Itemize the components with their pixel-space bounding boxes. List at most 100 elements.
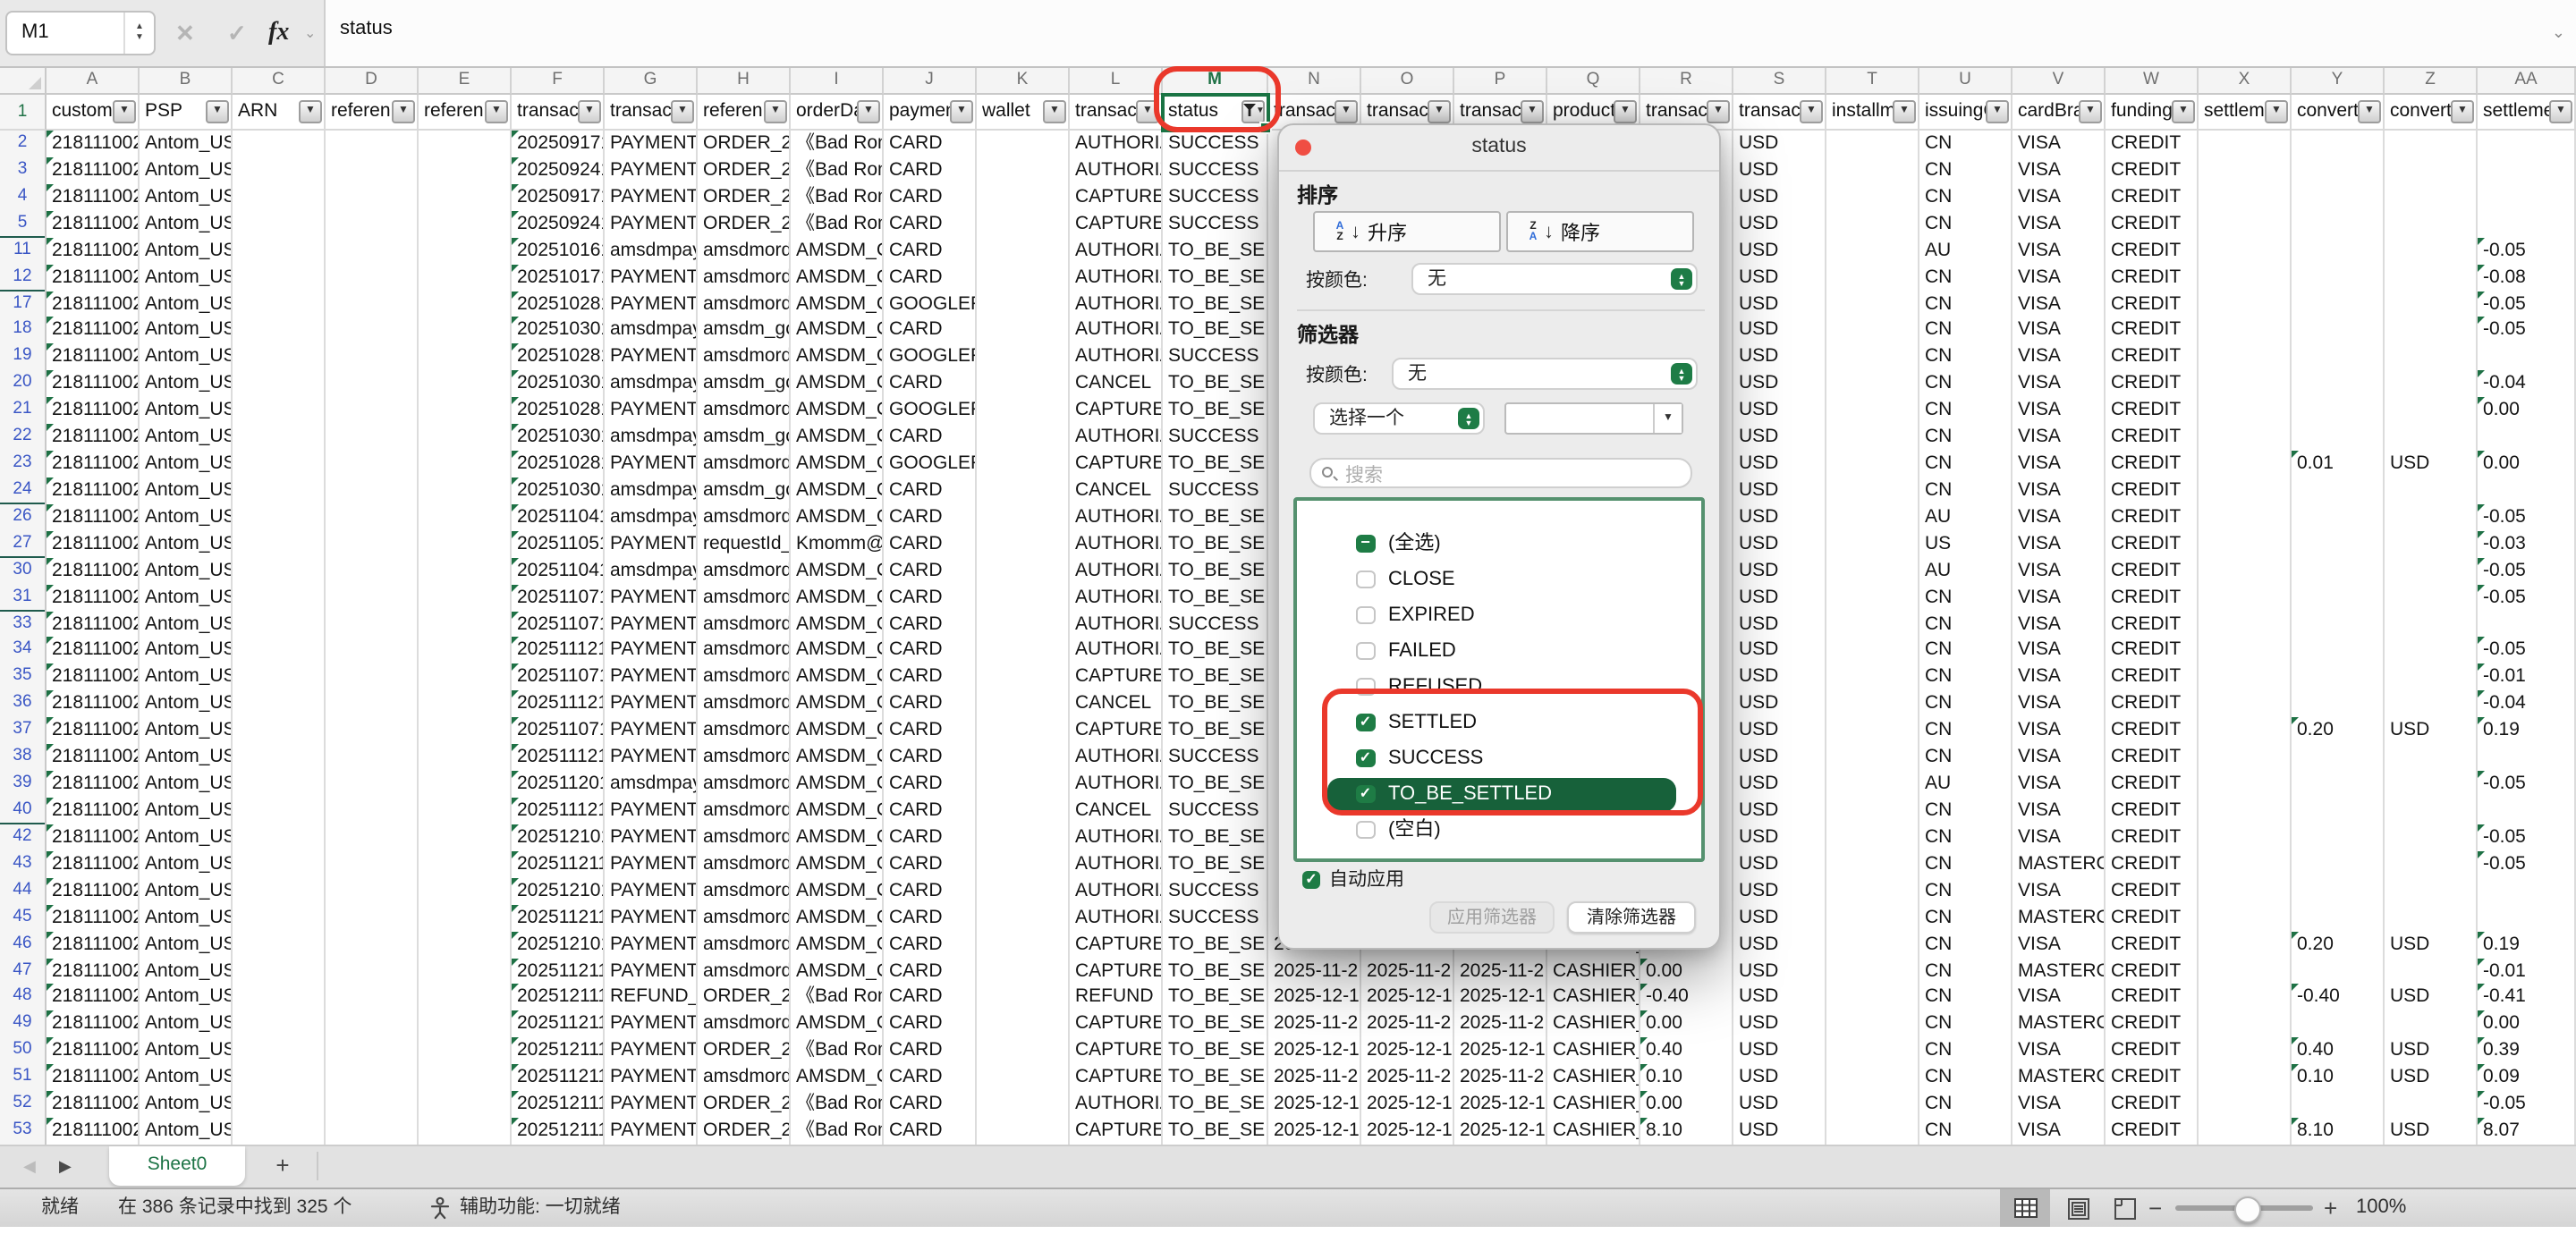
cell-D20[interactable] (326, 371, 419, 400)
cell-C36[interactable] (233, 691, 326, 720)
cell-Y43[interactable] (2292, 851, 2385, 880)
cell-M40[interactable]: SUCCESS (1163, 798, 1268, 826)
cell-I40[interactable]: AMSDM_C (791, 798, 884, 826)
cell-J39[interactable]: CARD (884, 771, 977, 799)
cell-M37[interactable]: TO_BE_SE (1163, 718, 1268, 747)
cell-B51[interactable]: Antom_US (140, 1064, 233, 1093)
cell-L36[interactable]: CANCEL (1070, 691, 1163, 720)
cell-X27[interactable] (2199, 531, 2292, 560)
cell-Q51[interactable]: CASHIER_I (1547, 1064, 1640, 1093)
cell-W22[interactable]: CREDIT (2106, 424, 2199, 452)
cell-A36[interactable]: 218111002 (47, 691, 140, 720)
filter-dropdown-button-L[interactable]: ▼ (1136, 100, 1159, 123)
cell-T18[interactable] (1826, 317, 1919, 346)
cell-T36[interactable] (1826, 691, 1919, 720)
cell-J27[interactable]: CARD (884, 531, 977, 560)
cell-M38[interactable]: SUCCESS (1163, 744, 1268, 773)
cell-AA17[interactable]: -0.05 (2478, 291, 2576, 319)
row-header-40[interactable]: 40 (0, 798, 47, 826)
row-header-50[interactable]: 50 (0, 1038, 47, 1067)
cell-M4[interactable]: SUCCESS (1163, 184, 1268, 213)
cell-C2[interactable] (233, 131, 326, 159)
filter-dropdown-button-S[interactable]: ▼ (1800, 100, 1823, 123)
cell-AA3[interactable] (2478, 157, 2576, 186)
column-letter-AA[interactable]: AA (2478, 68, 2576, 95)
cell-C30[interactable] (233, 557, 326, 586)
cell-O53[interactable]: 2025-12-1 (1361, 1118, 1454, 1145)
cell-H51[interactable]: amsdmord (698, 1064, 791, 1093)
cell-M35[interactable]: TO_BE_SE (1163, 664, 1268, 693)
cell-V3[interactable]: VISA (2012, 157, 2106, 186)
cell-C53[interactable] (233, 1118, 326, 1145)
cell-M3[interactable]: SUCCESS (1163, 157, 1268, 186)
cell-A49[interactable]: 218111002 (47, 1011, 140, 1040)
cell-J30[interactable]: CARD (884, 557, 977, 586)
cell-T20[interactable] (1826, 371, 1919, 400)
cell-X22[interactable] (2199, 424, 2292, 452)
cell-M45[interactable]: SUCCESS (1163, 904, 1268, 933)
cell-N53[interactable]: 2025-12-1 (1268, 1118, 1361, 1145)
header-cell-W[interactable]: funding▼ (2106, 95, 2199, 131)
cell-F47[interactable]: 202511211 (512, 958, 605, 986)
apply-filter-button[interactable]: 应用筛选器 (1429, 901, 1555, 934)
cell-X17[interactable] (2199, 291, 2292, 319)
cell-Z2[interactable] (2385, 131, 2478, 159)
cell-D31[interactable] (326, 584, 419, 613)
filter-value-combo[interactable]: ▼ (1504, 402, 1683, 435)
cell-Y50[interactable]: 0.40 (2292, 1038, 2385, 1067)
cell-Z47[interactable] (2385, 958, 2478, 986)
cell-C38[interactable] (233, 744, 326, 773)
column-letter-C[interactable]: C (233, 68, 326, 95)
cell-F49[interactable]: 202511211 (512, 1011, 605, 1040)
cell-E3[interactable] (419, 157, 512, 186)
cell-J2[interactable]: CARD (884, 131, 977, 159)
cell-V22[interactable]: VISA (2012, 424, 2106, 452)
cell-I31[interactable]: AMSDM_C (791, 584, 884, 613)
cell-L34[interactable]: AUTHORIZ (1070, 638, 1163, 666)
cell-Z37[interactable]: USD (2385, 718, 2478, 747)
cell-B27[interactable]: Antom_US (140, 531, 233, 560)
cell-AA4[interactable] (2478, 184, 2576, 213)
cell-P52[interactable]: 2025-12-1 (1454, 1091, 1547, 1120)
cell-S21[interactable]: USD (1733, 397, 1826, 426)
cell-A4[interactable]: 218111002 (47, 184, 140, 213)
cell-J45[interactable]: CARD (884, 904, 977, 933)
filter-dropdown-button-N[interactable]: ▼ (1335, 100, 1358, 123)
row-header-46[interactable]: 46 (0, 931, 47, 959)
cell-G38[interactable]: PAYMENT_ (605, 744, 698, 773)
row-header-34[interactable]: 34 (0, 638, 47, 666)
cell-Y48[interactable]: -0.40 (2292, 985, 2385, 1013)
cell-S3[interactable]: USD (1733, 157, 1826, 186)
cell-Z3[interactable] (2385, 157, 2478, 186)
prev-sheet-icon[interactable]: ◀ (23, 1146, 36, 1188)
cell-AA35[interactable]: -0.01 (2478, 664, 2576, 693)
cell-V19[interactable]: VISA (2012, 344, 2106, 373)
cell-J51[interactable]: CARD (884, 1064, 977, 1093)
cell-I5[interactable]: 《Bad Rom (791, 211, 884, 240)
filter-dropdown-button-E[interactable]: ▼ (485, 100, 508, 123)
header-cell-U[interactable]: issuingC▼ (1919, 95, 2012, 131)
column-letter-L[interactable]: L (1070, 68, 1163, 95)
cell-G11[interactable]: amsdmpay (605, 237, 698, 266)
cell-Y20[interactable] (2292, 371, 2385, 400)
filter-dropdown-button-F[interactable]: ▼ (578, 100, 601, 123)
cell-A2[interactable]: 218111002 (47, 131, 140, 159)
cell-L38[interactable]: AUTHORIZ (1070, 744, 1163, 773)
cell-AA49[interactable]: 0.00 (2478, 1011, 2576, 1040)
cell-F21[interactable]: 202510281 (512, 397, 605, 426)
cell-F5[interactable]: 202509241 (512, 211, 605, 240)
cell-H18[interactable]: amsdm_gc (698, 317, 791, 346)
cell-E18[interactable] (419, 317, 512, 346)
row-header-12[interactable]: 12 (0, 264, 47, 292)
cell-C45[interactable] (233, 904, 326, 933)
cell-S17[interactable]: USD (1733, 291, 1826, 319)
cell-G40[interactable]: PAYMENT_ (605, 798, 698, 826)
filter-dropdown-button-A[interactable]: ▼ (113, 100, 136, 123)
cell-U18[interactable]: CN (1919, 317, 2012, 346)
cell-K44[interactable] (977, 878, 1070, 907)
cell-X19[interactable] (2199, 344, 2292, 373)
cell-AA22[interactable] (2478, 424, 2576, 452)
cell-G24[interactable]: amsdmpay (605, 478, 698, 506)
cell-J47[interactable]: CARD (884, 958, 977, 986)
cell-P50[interactable]: 2025-12-1 (1454, 1038, 1547, 1067)
